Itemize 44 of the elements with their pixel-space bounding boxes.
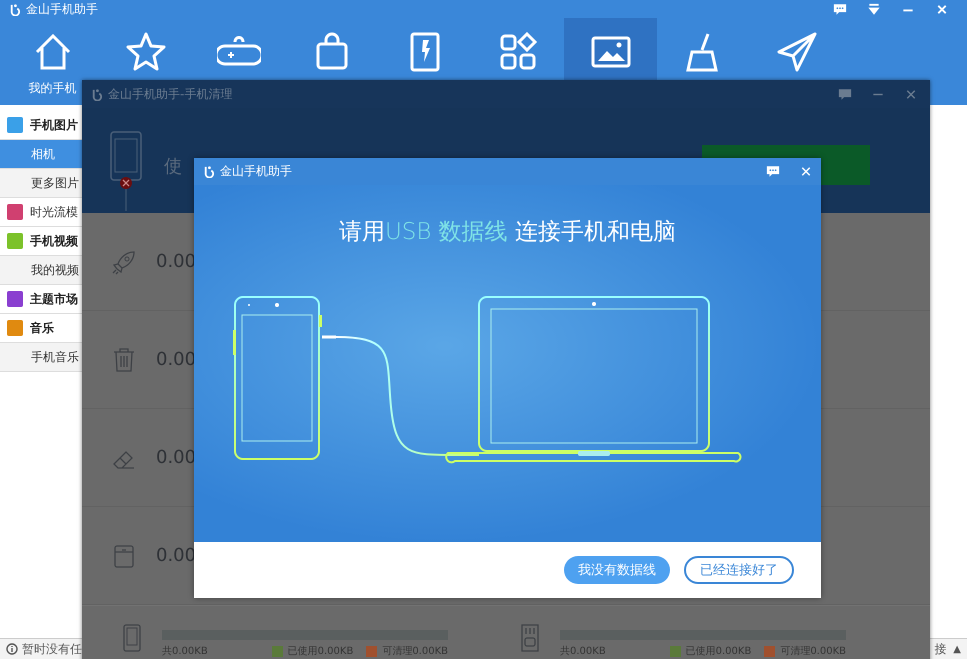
- feedback-icon[interactable]: [766, 165, 780, 178]
- size-value: 0.00: [156, 447, 196, 468]
- status-link[interactable]: 接: [934, 640, 946, 658]
- size-value: 0.00: [156, 251, 196, 272]
- status-text: 暂时没有任: [22, 640, 82, 658]
- sd-card-icon: [520, 624, 540, 652]
- sidebar-item[interactable]: 更多图片: [0, 169, 82, 198]
- cleanable-swatch: [764, 646, 776, 656]
- phone-icon: [122, 624, 142, 652]
- sidebar-item[interactable]: 手机音乐: [0, 343, 82, 372]
- close-icon[interactable]: [935, 2, 949, 16]
- sidebar-item[interactable]: 我的视频: [0, 256, 82, 285]
- toolbar-tab[interactable]: [564, 18, 657, 80]
- sidebar-item[interactable]: 主题市场: [0, 285, 82, 314]
- toolbar-tab[interactable]: 我的手机: [6, 18, 99, 105]
- close-icon[interactable]: [904, 88, 918, 100]
- app-logo-icon: [202, 165, 215, 178]
- category-icon: [7, 291, 23, 307]
- paper-plane-icon: [774, 30, 818, 74]
- dropdown-menu-icon[interactable]: [867, 2, 881, 16]
- info-icon: [6, 643, 18, 655]
- category-icon: [7, 233, 23, 249]
- close-icon[interactable]: [799, 165, 813, 178]
- size-value: 0.00: [156, 545, 196, 566]
- category-icon: [7, 320, 23, 336]
- connected-button[interactable]: 已经连接好了: [684, 556, 794, 584]
- used-swatch: [272, 646, 283, 656]
- cleanable-swatch: [366, 646, 378, 656]
- app-logo-icon: [90, 88, 103, 100]
- sidebar-item[interactable]: 时光流模: [0, 198, 82, 227]
- category-icon: [7, 117, 23, 133]
- app-logo-icon: [8, 2, 21, 16]
- feedback-icon[interactable]: [838, 88, 852, 100]
- category-icon: [7, 204, 23, 220]
- usage-text: 使: [164, 154, 182, 178]
- used-swatch: [670, 646, 681, 656]
- disconnected-phone-icon: [108, 130, 144, 210]
- feedback-icon[interactable]: [833, 2, 847, 16]
- expand-arrow[interactable]: ▲: [953, 644, 961, 654]
- window-title: 金山手机助手: [26, 0, 98, 18]
- window-title: 金山手机助手-手机清理: [108, 86, 232, 102]
- dialog-title: 金山手机助手: [220, 163, 292, 180]
- size-value: 0.00: [156, 349, 196, 370]
- dialog-heading: 请用 USB 数据线 连接手机和电脑: [338, 218, 676, 247]
